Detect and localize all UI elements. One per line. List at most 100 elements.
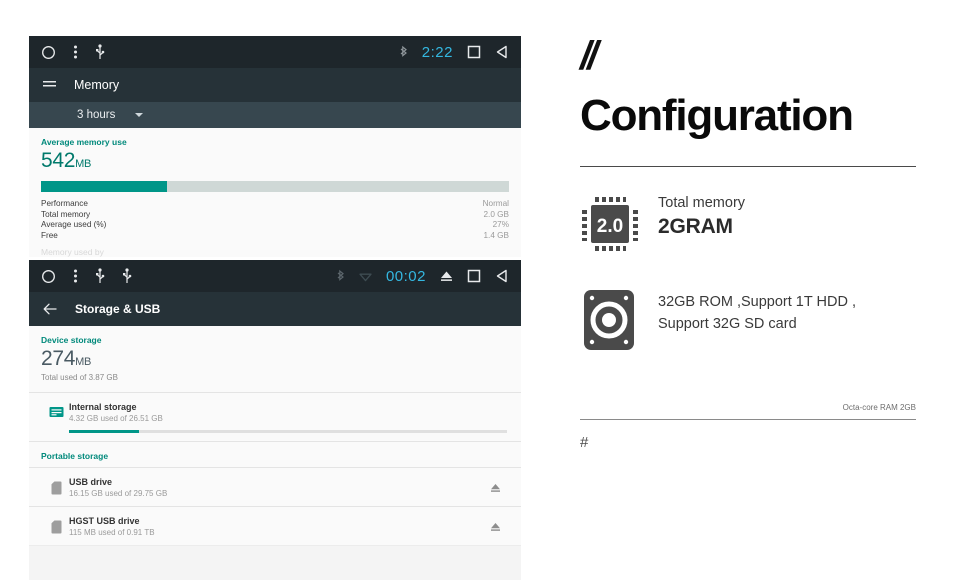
back-arrow-icon[interactable]: [43, 303, 57, 315]
title-divider: [580, 166, 916, 167]
overflow-menu-icon[interactable]: [73, 268, 78, 284]
memory-time-spinner[interactable]: 3 hours: [29, 102, 521, 128]
hard-disk-icon: [580, 289, 644, 351]
memory-chip-icon: 2.0: [580, 193, 644, 255]
wifi-icon: [359, 271, 372, 282]
device-storage-value: 274MB: [41, 347, 509, 371]
spec-value: 2GRAM: [658, 215, 733, 238]
page-title: Configuration: [580, 91, 854, 140]
portable-storage-section: Portable storage: [29, 441, 521, 467]
overflow-menu-icon[interactable]: [73, 44, 78, 60]
average-memory-use-label: Average memory use: [41, 137, 127, 147]
memory-status-bar: 2:22: [29, 36, 521, 68]
list-item-text: Internal storage 4.32 GB used of 26.51 G…: [69, 402, 507, 433]
hgst-drive-row-wrap: HGST USB drive 115 MB used of 0.91 TB: [29, 506, 521, 545]
cut-off-row: Memory used by: [41, 247, 104, 258]
memory-app-bar: Memory: [29, 68, 521, 102]
chevron-down-icon: [135, 113, 144, 117]
hamburger-icon[interactable]: [43, 80, 56, 90]
storage-body: Device storage 274MB Total used of 3.87 …: [29, 326, 521, 393]
list-item[interactable]: HGST USB drive 115 MB used of 0.91 TB: [41, 507, 509, 545]
recents-square-icon[interactable]: [467, 269, 481, 283]
stat-value: 27%: [492, 220, 509, 230]
internal-storage-section: Internal storage 4.32 GB used of 26.51 G…: [29, 393, 521, 441]
storage-status-bar: 00:02: [29, 260, 521, 293]
average-memory-unit: MB: [75, 158, 92, 170]
footnote: Octa-core RAM 2GB: [842, 403, 916, 412]
spec-line-1: 32GB ROM ,Support 1T HDD ,: [658, 294, 856, 310]
list-tail-area: [29, 544, 521, 580]
bluetooth-icon: [399, 45, 408, 60]
list-item-title: USB drive: [69, 476, 113, 487]
sd-card-icon: [43, 516, 69, 534]
list-item-subtitle: 115 MB used of 0.91 TB: [69, 527, 155, 537]
status-bar-clock: 00:02: [385, 267, 426, 285]
hash-mark: #: [580, 434, 589, 451]
screenshots-column: 2:22 Memory 3 hours Average memory use 5…: [29, 36, 521, 580]
stat-label: Free: [41, 230, 58, 240]
table-row: Average used (%) 27%: [41, 220, 509, 231]
device-storage-number: 274: [41, 347, 76, 371]
list-item-text: USB drive 16.15 GB used of 29.75 GB: [69, 477, 483, 498]
chip-label: 2.0: [597, 216, 623, 237]
memory-stats-list: Performance Normal Total memory 2.0 GB A…: [41, 199, 509, 241]
table-row: Total memory 2.0 GB: [41, 210, 509, 221]
list-item-subtitle: 4.32 GB used of 26.51 GB: [69, 414, 163, 424]
memory-body: Average memory use 542MB Performance Nor…: [29, 128, 521, 258]
status-bar-right-icons: 00:02: [336, 268, 509, 285]
status-bar-right-icons: 2:22: [399, 44, 509, 61]
average-memory-value: 542MB: [41, 149, 509, 173]
memory-usage-bar: [41, 181, 509, 192]
eject-icon[interactable]: [483, 516, 507, 532]
device-storage-label: Device storage: [41, 335, 102, 346]
status-bar-left-icons: [41, 44, 105, 60]
list-item-subtitle: 16.15 GB used of 29.75 GB: [69, 488, 168, 498]
list-item-title: Internal storage: [69, 402, 137, 413]
stat-value: 1.4 GB: [483, 230, 510, 240]
table-row: Performance Normal: [41, 199, 509, 210]
device-storage-subnote: Total used of 3.87 GB: [41, 373, 118, 383]
sd-card-icon: [43, 477, 69, 495]
footer-divider: [580, 419, 916, 420]
spec-text-storage: 32GB ROM ,Support 1T HDD , Support 32G S…: [644, 289, 856, 335]
internal-storage-bar: [69, 430, 507, 433]
slash-mark: //: [580, 34, 598, 78]
status-bar-clock: 2:22: [421, 43, 453, 61]
list-item-text: HGST USB drive 115 MB used of 0.91 TB: [69, 516, 483, 537]
usb-drive-row-wrap: USB drive 16.15 GB used of 29.75 GB: [29, 467, 521, 506]
time-range-value: 3 hours: [77, 109, 116, 121]
spec-row-memory: 2.0 Total memory 2GRAM: [580, 193, 916, 255]
status-bar-left-icons: [41, 268, 132, 284]
table-row: Free 1.4 GB: [41, 231, 509, 242]
list-item[interactable]: Internal storage 4.32 GB used of 26.51 G…: [41, 393, 509, 441]
internal-storage-icon: [43, 402, 69, 418]
usb-icon[interactable]: [95, 268, 105, 284]
portable-storage-label: Portable storage: [41, 450, 109, 461]
average-memory-number: 542: [41, 149, 76, 172]
spec-line-2: Support 32G SD card: [658, 316, 797, 332]
back-triangle-icon[interactable]: [495, 45, 509, 59]
bluetooth-icon: [336, 269, 345, 284]
circle-home-icon[interactable]: [41, 45, 56, 60]
back-triangle-icon[interactable]: [495, 269, 509, 283]
spec-label: Total memory: [658, 195, 746, 211]
storage-screenshot: 00:02 Storage & USB Device storage 274MB…: [29, 260, 521, 580]
eject-icon[interactable]: [483, 477, 507, 493]
spec-row-storage: 32GB ROM ,Support 1T HDD , Support 32G S…: [580, 289, 916, 351]
spec-text-memory: Total memory 2GRAM: [644, 193, 745, 239]
configuration-panel: // Configuration 2.0 Total memory 2GRAM …: [580, 34, 916, 451]
stat-label: Average used (%): [41, 220, 107, 230]
memory-usage-bar-fill: [41, 181, 168, 192]
page-root: 2:22 Memory 3 hours Average memory use 5…: [0, 0, 958, 580]
recents-square-icon[interactable]: [467, 45, 481, 59]
memory-screenshot: 2:22 Memory 3 hours Average memory use 5…: [29, 36, 521, 258]
circle-home-icon[interactable]: [41, 269, 56, 284]
stat-label: Total memory: [41, 209, 91, 219]
list-item[interactable]: USB drive 16.15 GB used of 29.75 GB: [41, 468, 509, 506]
usb-icon[interactable]: [122, 268, 132, 284]
internal-storage-bar-fill: [69, 430, 140, 433]
eject-icon[interactable]: [440, 270, 453, 282]
usb-icon[interactable]: [95, 44, 105, 60]
memory-app-bar-title: Memory: [74, 78, 120, 92]
storage-app-bar-title: Storage & USB: [75, 302, 161, 317]
